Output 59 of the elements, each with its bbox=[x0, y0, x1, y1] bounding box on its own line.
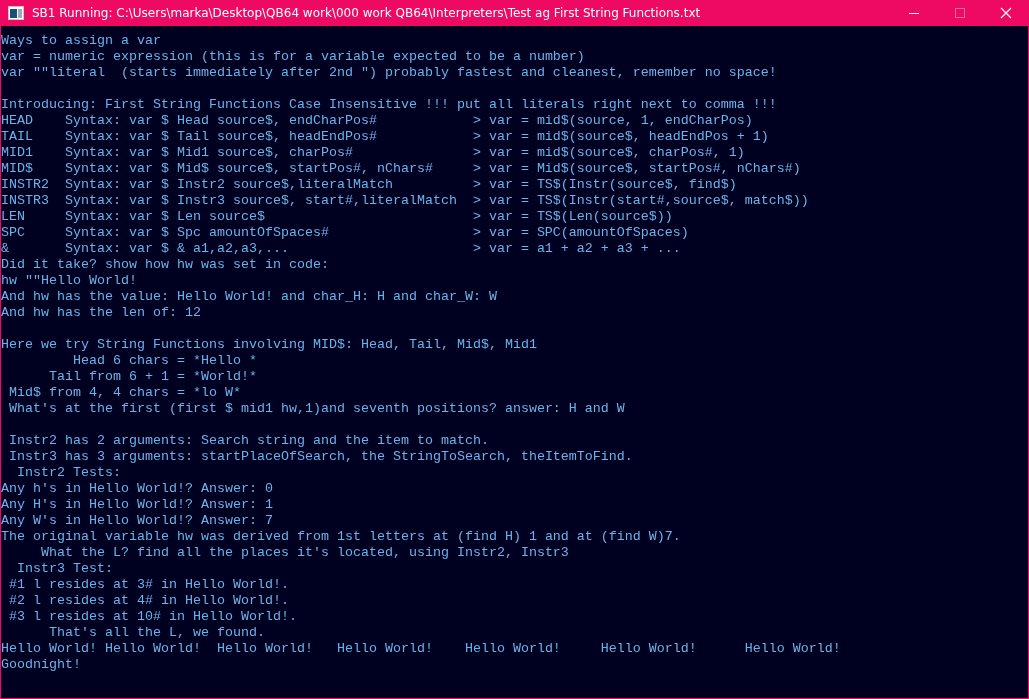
console-line: And hw has the value: Hello World! and char_H: H and char_W: W bbox=[1, 289, 497, 305]
syntax-text: Syntax: var $ Spc amountOfSpaces# bbox=[65, 225, 330, 241]
console-line: Head 6 chars = *Hello * bbox=[71, 353, 257, 369]
equivalent-code: > var = TS$(Instr(source$, find$) bbox=[472, 177, 737, 193]
function-name: INSTR3 bbox=[1, 193, 50, 209]
console-line: Instr3 has 3 arguments: startPlaceOfSearch, the StringToSearch, theItemToFind. bbox=[8, 449, 633, 465]
console-line: The original variable hw was derived from 1st letters at (find H) 1 and at (find W)7. bbox=[1, 529, 681, 545]
console-line: Goodnight! bbox=[1, 657, 81, 673]
console-line: #1 l resides at 3# in Hello World!. bbox=[8, 577, 289, 593]
console-line: var ""literal (starts immediately after 2nd ") probably fastest and cleanest, remember no space! bbox=[1, 65, 777, 81]
console-line: Any H's in Hello World!? Answer: 1 bbox=[1, 497, 273, 513]
syntax-text: Syntax: var $ & a1,a2,a3,... bbox=[65, 241, 290, 257]
console-line: Introducing: First String Functions Case Insensitive !!! put all literals right next to comma !!! bbox=[1, 97, 777, 113]
console-line: Instr2 Tests: bbox=[16, 465, 121, 481]
syntax-text: Syntax: var $ Head source$, endCharPos# bbox=[65, 113, 378, 129]
console-line: var = numeric expression (this is for a variable expected to be a number) bbox=[1, 49, 585, 65]
syntax-text: Syntax: var $ Tail source$, headEndPos# bbox=[65, 129, 378, 145]
console-line: Mid$ from 4, 4 chars = *lo W* bbox=[8, 385, 241, 401]
equivalent-code: > var = SPC(amountOfSpaces) bbox=[472, 225, 689, 241]
function-name: SPC bbox=[1, 225, 26, 241]
function-name: LEN bbox=[1, 209, 26, 225]
function-name: MID1 bbox=[1, 145, 34, 161]
syntax-text: Syntax: var $ Instr3 source$, start#,literalMatch bbox=[65, 193, 458, 209]
maximize-icon bbox=[954, 7, 966, 19]
syntax-text: Syntax: var $ Mid1 source$, charPos# bbox=[65, 145, 354, 161]
console-window-icon bbox=[8, 6, 24, 20]
console-line: Instr2 has 2 arguments: Search string and the item to match. bbox=[8, 433, 489, 449]
console-line: Ways to assign a var bbox=[1, 33, 161, 49]
equivalent-code: > var = a1 + a2 + a3 + ... bbox=[472, 241, 681, 257]
console-line: Hello World! Hello World! Hello World! Hello World! Hello World! Hello World! Hello World! bbox=[1, 641, 841, 657]
function-name: MID$ bbox=[1, 161, 34, 177]
window-title: SB1 Running: C:\Users\marka\Desktop\QB64 work\000 work QB64\Interpreters\Test ag First String Functions.txt bbox=[32, 6, 702, 20]
console-line: Any W's in Hello World!? Answer: 7 bbox=[1, 513, 273, 529]
equivalent-code: > var = TS$(Instr(start#,source$, match$)) bbox=[472, 193, 809, 209]
function-name: TAIL bbox=[1, 129, 34, 145]
console-line: And hw has the len of: 12 bbox=[1, 305, 201, 321]
console-line: #3 l resides at 10# in Hello World!. bbox=[8, 609, 297, 625]
console-line: That's all the L, we found. bbox=[48, 625, 265, 641]
console-line: hw ""Hello World! bbox=[1, 273, 137, 289]
console-line: #2 l resides at 4# in Hello World!. bbox=[8, 593, 289, 609]
console-line: Did it take? show how hw was set in code: bbox=[1, 257, 329, 273]
equivalent-code: > var = Mid$(source$, startPos#, nChars#) bbox=[472, 161, 801, 177]
console-line: Instr3 Test: bbox=[16, 561, 113, 577]
console-line: Tail from 6 + 1 = *World!* bbox=[48, 369, 257, 385]
console-line: What's at the first (first $ mid1 hw,1)and seventh positions? answer: H and W bbox=[8, 401, 625, 417]
syntax-text: Syntax: var $ Mid$ source$, startPos#, nChars# bbox=[65, 161, 434, 177]
console-line: What the L? find all the places it's located, using Instr2, Instr3 bbox=[40, 545, 569, 561]
function-name: & bbox=[1, 241, 10, 257]
close-icon bbox=[1000, 7, 1012, 19]
equivalent-code: > var = mid$(source, 1, endCharPos) bbox=[472, 113, 753, 129]
console-line: Any h's in Hello World!? Answer: 0 bbox=[1, 481, 273, 497]
function-name: HEAD bbox=[1, 113, 34, 129]
equivalent-code: > var = mid$(source$, charPos#, 1) bbox=[472, 145, 745, 161]
syntax-text: Syntax: var $ Instr2 source$,literalMatch bbox=[65, 177, 394, 193]
equivalent-code: > var = mid$(source$, headEndPos + 1) bbox=[472, 129, 769, 145]
function-name: INSTR2 bbox=[1, 177, 50, 193]
equivalent-code: > var = TS$(Len(source$)) bbox=[472, 209, 673, 225]
console-line: Here we try String Functions involving MID$: Head, Tail, Mid$, Mid1 bbox=[1, 337, 537, 353]
syntax-text: Syntax: var $ Len source$ bbox=[65, 209, 266, 225]
